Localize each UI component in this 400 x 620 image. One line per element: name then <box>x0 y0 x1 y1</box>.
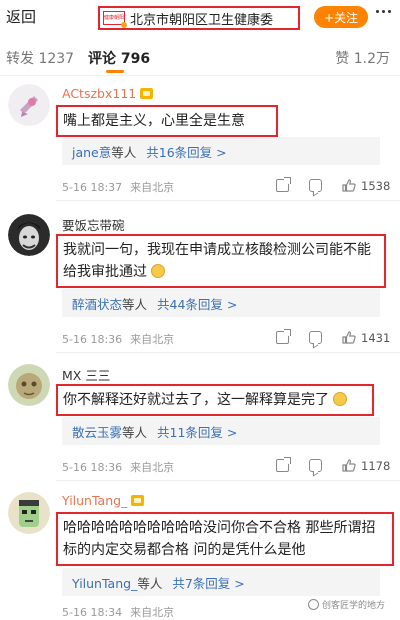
watermark-text: 创客匠学的地方 <box>322 601 386 611</box>
comment-divider <box>56 352 400 353</box>
reply-count-link[interactable]: 共7条回复 > <box>172 576 244 591</box>
back-button[interactable]: 返回 <box>6 6 36 27</box>
comment-text-highlight: 哈哈哈哈哈哈哈哈哈哈没问你合不合格 那些所谓招标的内定交易都合格 问的是凭什么是… <box>56 512 394 566</box>
verified-badge-icon <box>121 22 127 28</box>
reply-count-link[interactable]: 共11条回复 > <box>157 425 237 440</box>
reply-suffix: 等人 <box>111 145 137 160</box>
active-tab-indicator <box>106 70 124 73</box>
username-text: 要饭忘带碗 <box>62 218 125 233</box>
username-text: MX 三三 <box>62 368 111 383</box>
account-name: 北京市朝阳区卫生健康委 <box>130 12 274 28</box>
avatar[interactable] <box>8 214 50 256</box>
account-avatar[interactable]: 健康朝阳 <box>103 11 127 28</box>
account-avatar-text: 健康朝阳 <box>104 14 125 21</box>
comment-meta: 5-16 18:36 来自北京 <box>62 331 174 347</box>
comment-text: 嘴上都是主义，心里全是生意 <box>63 113 245 129</box>
vip-badge-icon <box>131 495 145 506</box>
reply-summary[interactable]: 散云玉雾等人 共11条回复 > <box>62 417 380 445</box>
comment-location: 来自北京 <box>130 181 175 194</box>
comment-item: ACtszbx111 嘴上都是主义，心里全是生意 jane意等人 共16条回复 … <box>0 82 400 202</box>
comment-date: 5-16 18:37 <box>62 181 123 194</box>
like-icon[interactable] <box>342 179 356 192</box>
comment-username[interactable]: YilunTang_ <box>62 493 145 508</box>
comment-username[interactable]: MX 三三 <box>62 365 110 384</box>
username-text: YilunTang_ <box>62 493 128 508</box>
share-icon[interactable] <box>276 177 291 192</box>
top-bar: 返回 健康朝阳 北京市朝阳区卫生健康委 +关注 <box>0 0 400 34</box>
comment-item: 要饭忘带碗 我就问一句，我现在申请成立核酸检测公司能不能给我审批通过 醉酒状态等… <box>0 212 400 353</box>
comment-username[interactable]: 要饭忘带碗 <box>62 215 125 234</box>
doge-emoji-icon <box>151 264 166 278</box>
avatar[interactable] <box>8 364 50 406</box>
comment-date: 5-16 18:36 <box>62 461 123 474</box>
follow-button[interactable]: +关注 <box>314 6 368 28</box>
vip-badge-icon <box>140 88 154 99</box>
reply-icon[interactable] <box>309 459 322 472</box>
comment-text-highlight: 你不解释还好就过去了，这一解释算是完了 <box>56 384 374 416</box>
comment-meta: 5-16 18:36 来自北京 <box>62 459 174 475</box>
username-text: ACtszbx111 <box>62 86 137 101</box>
reply-count-link[interactable]: 共16条回复 > <box>146 145 226 160</box>
reply-user-link[interactable]: 散云玉雾 <box>72 425 122 440</box>
reply-icon[interactable] <box>309 331 322 344</box>
share-icon[interactable] <box>276 329 291 344</box>
reply-suffix: 等人 <box>122 425 148 440</box>
reply-summary[interactable]: jane意等人 共16条回复 > <box>62 137 380 165</box>
crying-emoji-icon <box>333 392 348 406</box>
comment-location: 来自北京 <box>130 333 175 346</box>
wechat-logo-icon <box>308 599 319 610</box>
comment-text: 哈哈哈哈哈哈哈哈哈哈没问你合不合格 那些所谓招标的内定交易都合格 问的是凭什么是… <box>63 520 376 558</box>
reply-user-link[interactable]: 醉酒状态 <box>72 297 122 312</box>
comment-date: 5-16 18:34 <box>62 606 123 619</box>
like-icon[interactable] <box>342 331 356 344</box>
reply-user-link[interactable]: jane意 <box>72 145 111 160</box>
comment-location: 来自北京 <box>130 461 175 474</box>
comment-text: 我就问一句，我现在申请成立核酸检测公司能不能给我审批通过 <box>63 242 371 280</box>
comment-date: 5-16 18:36 <box>62 333 123 346</box>
watermark: 创客匠学的地方 <box>308 598 385 611</box>
share-icon[interactable] <box>276 457 291 472</box>
account-title-highlight[interactable]: 健康朝阳 北京市朝阳区卫生健康委 <box>98 6 300 30</box>
reply-summary[interactable]: YilunTang_等人 共7条回复 > <box>62 568 380 596</box>
comment-text-highlight: 我就问一句，我现在申请成立核酸检测公司能不能给我审批通过 <box>56 234 386 288</box>
comment-text: 你不解释还好就过去了，这一解释算是完了 <box>63 392 329 408</box>
comment-text-highlight: 嘴上都是主义，心里全是生意 <box>56 105 278 137</box>
tab-comment[interactable]: 评论 796 <box>88 48 150 68</box>
tab-like[interactable]: 赞 1.2万 <box>335 48 390 68</box>
avatar[interactable] <box>8 84 50 126</box>
comment-divider <box>56 200 400 201</box>
reply-suffix: 等人 <box>122 297 148 312</box>
comment-divider <box>56 480 400 481</box>
like-count: 1538 <box>361 179 391 193</box>
reply-count-link[interactable]: 共44条回复 > <box>157 297 237 312</box>
reply-user-link[interactable]: YilunTang_ <box>72 576 137 591</box>
tab-bar: 转发 1237 评论 796 赞 1.2万 <box>0 40 400 76</box>
comment-meta: 5-16 18:34 来自北京 <box>62 604 174 620</box>
tab-forward[interactable]: 转发 1237 <box>6 48 74 68</box>
more-options-icon[interactable] <box>376 10 391 13</box>
reply-icon[interactable] <box>309 179 322 192</box>
reply-suffix: 等人 <box>137 576 163 591</box>
comment-item: MX 三三 你不解释还好就过去了，这一解释算是完了 散云玉雾等人 共11条回复 … <box>0 362 400 482</box>
comment-username[interactable]: ACtszbx111 <box>62 86 154 101</box>
like-count: 1178 <box>361 459 391 473</box>
like-count: 1431 <box>361 331 391 345</box>
reply-summary[interactable]: 醉酒状态等人 共44条回复 > <box>62 289 380 317</box>
comment-meta: 5-16 18:37 来自北京 <box>62 179 174 195</box>
comment-location: 来自北京 <box>130 606 175 619</box>
like-icon[interactable] <box>342 459 356 472</box>
avatar[interactable] <box>8 492 50 534</box>
